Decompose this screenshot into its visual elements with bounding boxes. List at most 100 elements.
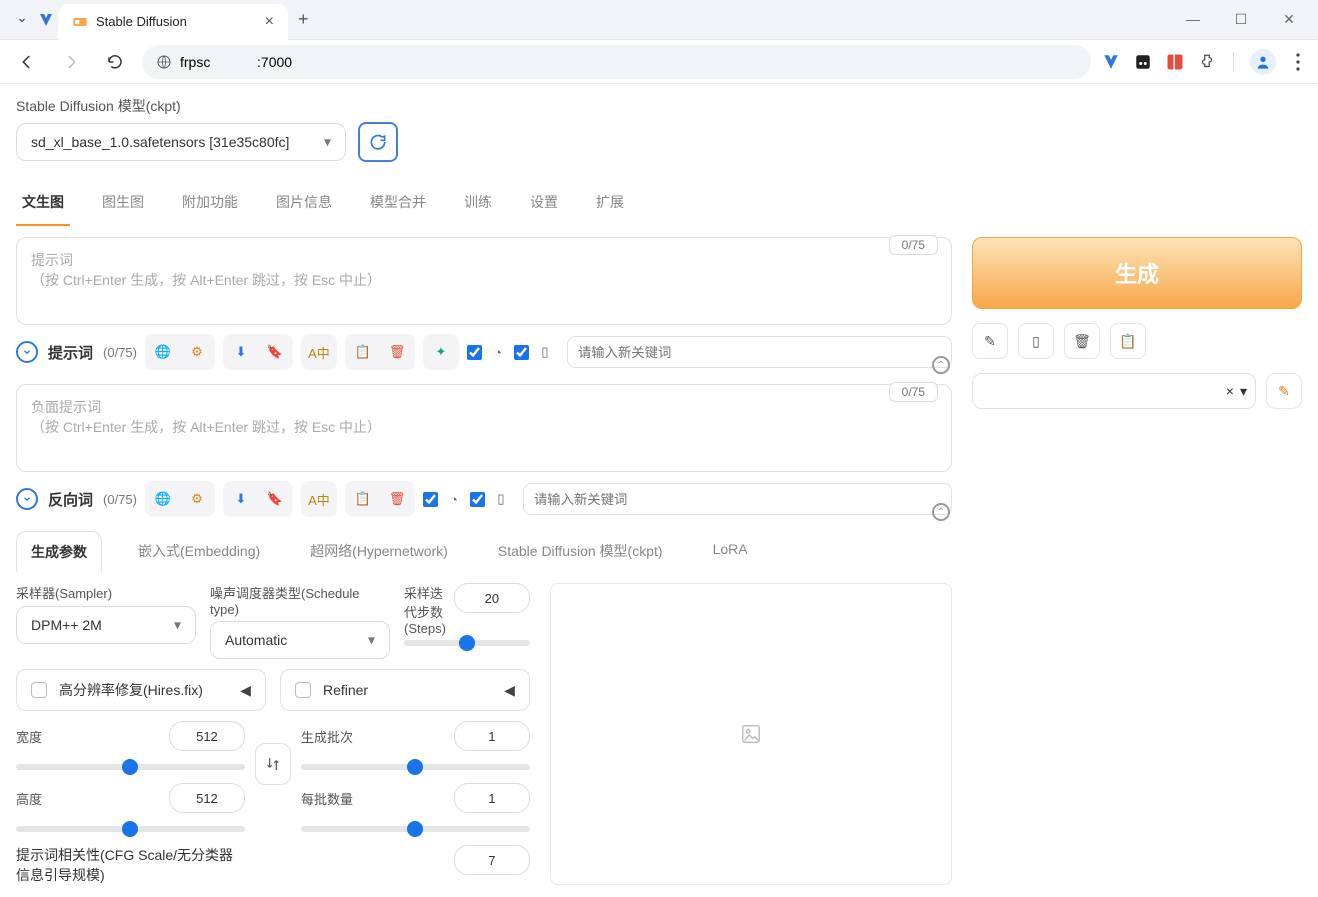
steps-slider[interactable] [404, 640, 530, 646]
panel-icon[interactable]: ▯ [531, 338, 559, 366]
triangle-left-icon: ◀ [504, 682, 515, 699]
globe-icon[interactable]: 🌐 [149, 338, 177, 366]
clock-icon[interactable]: ◔ [484, 338, 512, 366]
extensions-icon[interactable] [1197, 52, 1217, 72]
tab-favicon [72, 14, 88, 30]
neg-fold-icon[interactable]: ⌃ [932, 503, 950, 521]
window-minimize-icon[interactable]: — [1178, 11, 1208, 28]
batch-count-slider[interactable] [301, 764, 530, 770]
tab-img2img[interactable]: 图生图 [96, 184, 150, 226]
clear-icon[interactable]: × [1226, 383, 1234, 399]
batch-count-value[interactable]: 1 [454, 721, 530, 751]
tab-txt2img[interactable]: 文生图 [16, 184, 70, 226]
edit-style-button[interactable]: ✎ [1266, 373, 1302, 409]
profile-avatar[interactable] [1250, 49, 1276, 75]
triangle-left-icon: ◀ [240, 682, 251, 699]
device-icon[interactable]: ▯ [1018, 323, 1054, 359]
schedule-select[interactable]: Automatic ▾ [210, 621, 390, 659]
sampler-select[interactable]: DPM++ 2M ▾ [16, 606, 196, 644]
neg-collapse-icon[interactable] [16, 488, 38, 510]
refresh-model-button[interactable] [358, 122, 398, 162]
download-icon[interactable]: ⬇ [227, 338, 255, 366]
subtab-embedding[interactable]: 嵌入式(Embedding) [124, 531, 274, 572]
new-tab-button[interactable]: + [298, 9, 309, 30]
neg-cb-2[interactable] [470, 492, 485, 507]
refiner-checkbox[interactable] [295, 682, 311, 698]
subtab-hypernetwork[interactable]: 超网络(Hypernetwork) [296, 531, 462, 572]
neg-panel-icon[interactable]: ▯ [487, 485, 515, 513]
browser-tab-active[interactable]: Stable Diffusion × [58, 4, 288, 40]
subtab-sd-model[interactable]: Stable Diffusion 模型(ckpt) [484, 531, 677, 572]
tab-merge[interactable]: 模型合并 [364, 184, 432, 226]
tab-extensions[interactable]: 扩展 [590, 184, 630, 226]
style-select[interactable]: × ▾ [972, 373, 1256, 409]
nav-back-icon[interactable] [10, 45, 44, 79]
clipboard-icon[interactable]: 📋 [1110, 323, 1146, 359]
tab-settings[interactable]: 设置 [524, 184, 564, 226]
ext-grid-icon[interactable] [1133, 52, 1153, 72]
translate-icon[interactable]: A中 [305, 338, 333, 366]
neg-keyword-input[interactable] [523, 483, 952, 515]
sparkle-icon[interactable]: ✦ [427, 338, 455, 366]
prompt-toolbar-count: (0/75) [103, 345, 137, 360]
neg-translate-icon[interactable]: A中 [305, 485, 333, 513]
width-slider[interactable] [16, 764, 245, 770]
tab-extras[interactable]: 附加功能 [176, 184, 244, 226]
hires-fix-toggle[interactable]: 高分辨率修复(Hires.fix) ◀ [16, 669, 266, 711]
batch-size-value[interactable]: 1 [454, 783, 530, 813]
ext-red-icon[interactable] [1165, 52, 1185, 72]
neg-clock-icon[interactable]: ◔ [440, 485, 468, 513]
neg-globe-icon[interactable]: 🌐 [149, 485, 177, 513]
cfg-value[interactable]: 7 [454, 845, 530, 875]
neg-prompt-input[interactable] [16, 384, 952, 472]
width-value[interactable]: 512 [169, 721, 245, 751]
nav-reload-icon[interactable] [98, 45, 132, 79]
url-input[interactable] [180, 54, 1077, 70]
caret-down-icon: ▾ [1240, 383, 1247, 400]
browser-titlebar: Stable Diffusion × + — ☐ ✕ [0, 0, 1318, 40]
window-maximize-icon[interactable]: ☐ [1226, 11, 1256, 28]
tabs-dropdown-icon[interactable] [10, 8, 34, 32]
browser-menu-icon[interactable] [1288, 52, 1308, 72]
window-close-icon[interactable]: ✕ [1274, 11, 1304, 28]
neg-bookmark-icon[interactable]: 🔖 [261, 485, 289, 513]
neg-copy-icon[interactable]: 📋 [349, 485, 377, 513]
tab-train[interactable]: 训练 [458, 184, 498, 226]
neg-download-icon[interactable]: ⬇ [227, 485, 255, 513]
site-info-icon[interactable] [156, 54, 172, 70]
neg-trash-icon[interactable]: 🗑 [383, 485, 411, 513]
neg-cb-1[interactable] [423, 492, 438, 507]
cfg-label: 提示词相关性(CFG Scale/无分类器信息引导规模) [16, 847, 233, 883]
gear-icon[interactable]: ⚙ [183, 338, 211, 366]
swap-wh-button[interactable] [255, 743, 291, 785]
steps-label: 采样迭代步数(Steps) [404, 583, 446, 636]
prompt-cb-1[interactable] [467, 345, 482, 360]
trash-icon[interactable]: 🗑 [383, 338, 411, 366]
tab-pnginfo[interactable]: 图片信息 [270, 184, 338, 226]
bookmark-icon[interactable]: 🔖 [261, 338, 289, 366]
copy-icon[interactable]: 📋 [349, 338, 377, 366]
nav-forward-icon[interactable] [54, 45, 88, 79]
prompt-collapse-icon[interactable] [16, 341, 38, 363]
address-bar[interactable] [142, 45, 1091, 79]
model-select[interactable]: sd_xl_base_1.0.safetensors [31e35c80fc] … [16, 123, 346, 161]
main-tabs: 文生图 图生图 附加功能 图片信息 模型合并 训练 设置 扩展 [16, 184, 1302, 227]
brush-icon[interactable]: ✎ [972, 323, 1008, 359]
steps-value[interactable]: 20 [454, 583, 530, 613]
ext-v-icon[interactable] [1101, 52, 1121, 72]
delete-icon[interactable]: 🗑 [1064, 323, 1100, 359]
schedule-label: 噪声调度器类型(Schedule type) [210, 583, 390, 617]
prompt-fold-icon[interactable]: ⌃ [932, 356, 950, 374]
height-value[interactable]: 512 [169, 783, 245, 813]
tab-close-icon[interactable]: × [265, 13, 274, 31]
prompt-toolbar: 提示词 (0/75) 🌐 ⚙ ⬇ 🔖 A中 📋 🗑 [16, 334, 952, 370]
prompt-cb-2[interactable] [514, 345, 529, 360]
prompt-keyword-input[interactable] [567, 336, 952, 368]
hires-checkbox[interactable] [31, 682, 47, 698]
subtab-lora[interactable]: LoRA [699, 531, 762, 572]
prompt-input[interactable] [16, 237, 952, 325]
neg-gear-icon[interactable]: ⚙ [183, 485, 211, 513]
generate-button[interactable]: 生成 [972, 237, 1302, 309]
subtab-gen-params[interactable]: 生成参数 [16, 531, 102, 572]
refiner-toggle[interactable]: Refiner ◀ [280, 669, 530, 711]
